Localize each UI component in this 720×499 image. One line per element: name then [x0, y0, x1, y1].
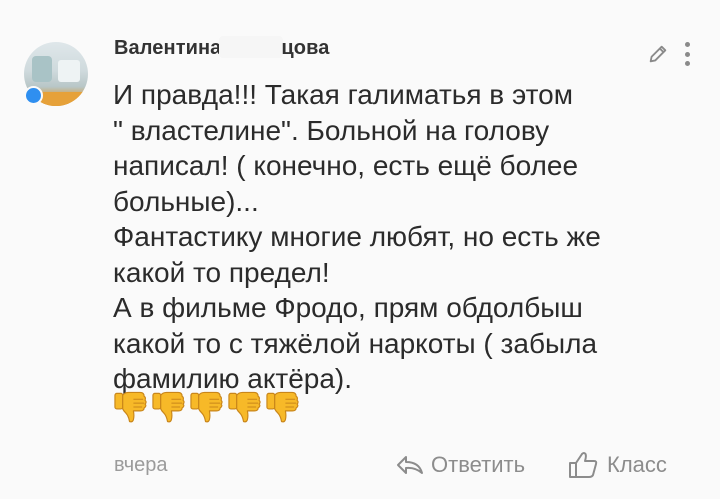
thumbs-down-emoji-icon — [266, 391, 299, 423]
comment-text-line: " властелине". Больной на голову — [113, 114, 550, 146]
comment-text-line: какой то с тяжёлой наркоты ( забыла — [113, 327, 598, 359]
avatar-container[interactable] — [24, 42, 88, 106]
comment-top-actions — [646, 40, 692, 68]
author-last-name: цова — [281, 37, 330, 59]
thumbs-up-outline-icon — [569, 452, 598, 478]
comment-text: И правда!!! Такая галиматья в этом " вла… — [113, 77, 673, 397]
thumbs-down-emoji-icon — [228, 391, 261, 423]
avatar-photo-detail — [58, 60, 80, 82]
online-status-indicator — [24, 86, 43, 105]
pencil-icon — [649, 45, 667, 63]
kebab-dot — [684, 42, 690, 47]
comment-text-line: Фантастику многие любят, но есть же — [113, 221, 601, 252]
comment-text-line: больные)... — [113, 185, 259, 217]
comment-text-line: написал! ( конечно, есть ещё более — [113, 150, 579, 181]
redacted-area — [219, 36, 284, 58]
reply-arrow-icon — [397, 456, 423, 474]
kebab-dot — [684, 51, 690, 57]
like-button[interactable]: Класс — [567, 449, 667, 481]
thumbs-down-emoji-icon — [114, 391, 147, 423]
comment-text-line: А в фильме Фродо, прям обдолбыш — [113, 292, 583, 323]
thumbs-down-emoji-icon — [152, 391, 185, 423]
comment-timestamp: вчера — [114, 454, 168, 476]
comment-text-line: какой то предел! — [113, 256, 330, 288]
comment-text-line: И правда!!! Такая галиматья в этом — [113, 79, 573, 110]
reply-button[interactable]: Ответить — [395, 449, 525, 481]
reply-label: Ответить — [431, 452, 526, 477]
comment-footer: вчера Ответить Класс — [0, 449, 720, 483]
comment-card: Валентина цова И правда!!! Такая галимать… — [0, 0, 720, 499]
more-options-button[interactable] — [682, 40, 692, 68]
avatar-photo-detail — [32, 56, 52, 82]
thumbs-down-emoji-icon — [190, 391, 223, 423]
like-label: Класс — [607, 452, 667, 477]
edit-button[interactable] — [646, 40, 670, 68]
kebab-dot — [684, 61, 690, 66]
author-first-name: Валентина — [114, 37, 222, 59]
emoji-row — [113, 389, 300, 425]
author-name[interactable]: Валентина цова — [114, 36, 329, 60]
